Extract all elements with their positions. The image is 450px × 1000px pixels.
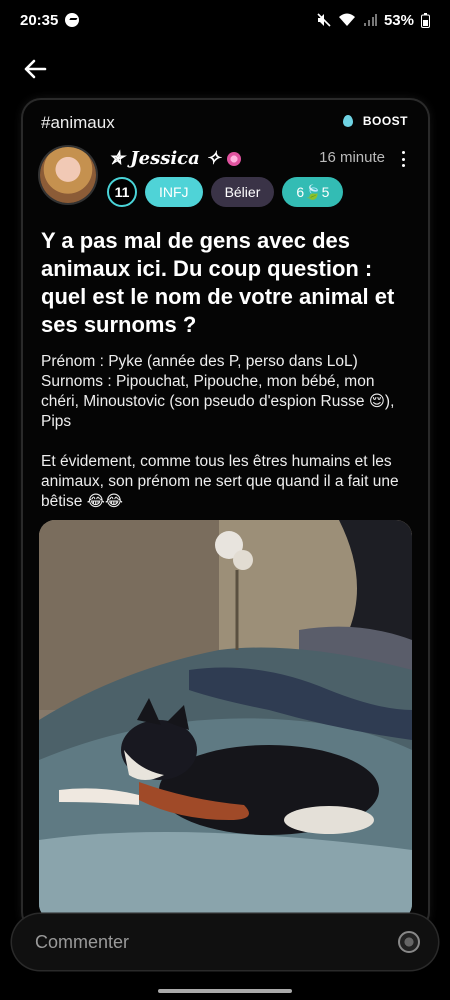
boost-button[interactable]: BOOST [342, 114, 408, 128]
status-time: 20:35 [20, 11, 59, 29]
arrow-left-icon [24, 59, 47, 79]
signal-icon [363, 14, 377, 26]
status-bar: 20:35 53% [0, 0, 450, 40]
author-avatar[interactable] [40, 147, 96, 203]
post-card: #animaux BOOST ✯ Jessica ✧ 16 minute 11 … [23, 100, 428, 930]
zodiac-badge[interactable]: Bélier [210, 177, 275, 207]
water-drop-icon [342, 115, 353, 127]
home-indicator[interactable] [158, 989, 292, 993]
back-button[interactable] [18, 52, 52, 86]
gem-icon [226, 151, 241, 166]
post-title: Y a pas mal de gens avec des animaux ici… [41, 228, 395, 337]
author-name: Jessica [130, 148, 200, 169]
post-time: 16 minute [319, 149, 385, 166]
status-left: 20:35 [20, 11, 80, 29]
author-name-row[interactable]: ✯ Jessica ✧ [109, 148, 241, 169]
post-body: Prénom : Pyke (année des P, perso dans L… [41, 353, 399, 510]
level-badge: 11 [107, 177, 137, 207]
battery-percent: 53% [383, 11, 414, 29]
status-right: 53% [317, 12, 430, 29]
sticker-icon[interactable] [398, 931, 420, 953]
battery-icon [421, 12, 430, 28]
comment-bar [12, 914, 438, 970]
post-image[interactable] [39, 520, 412, 920]
more-vertical-icon[interactable] [400, 151, 406, 167]
star-decoration-icon: ✯ [109, 148, 125, 169]
personality-badge[interactable]: INFJ [145, 177, 203, 207]
mute-icon [317, 13, 331, 27]
messenger-icon [65, 13, 80, 27]
leaf-count-badge[interactable]: 6🍃5 [282, 177, 344, 207]
post-tag[interactable]: #animaux [41, 113, 115, 133]
author-badges: 11 INFJ Bélier 6🍃5 [107, 177, 344, 207]
wifi-icon [338, 13, 355, 26]
cat-on-bed-photo [39, 520, 412, 920]
sparkle-decoration-icon: ✧ [205, 148, 221, 169]
comment-input[interactable] [35, 931, 355, 953]
boost-label: BOOST [362, 114, 408, 128]
